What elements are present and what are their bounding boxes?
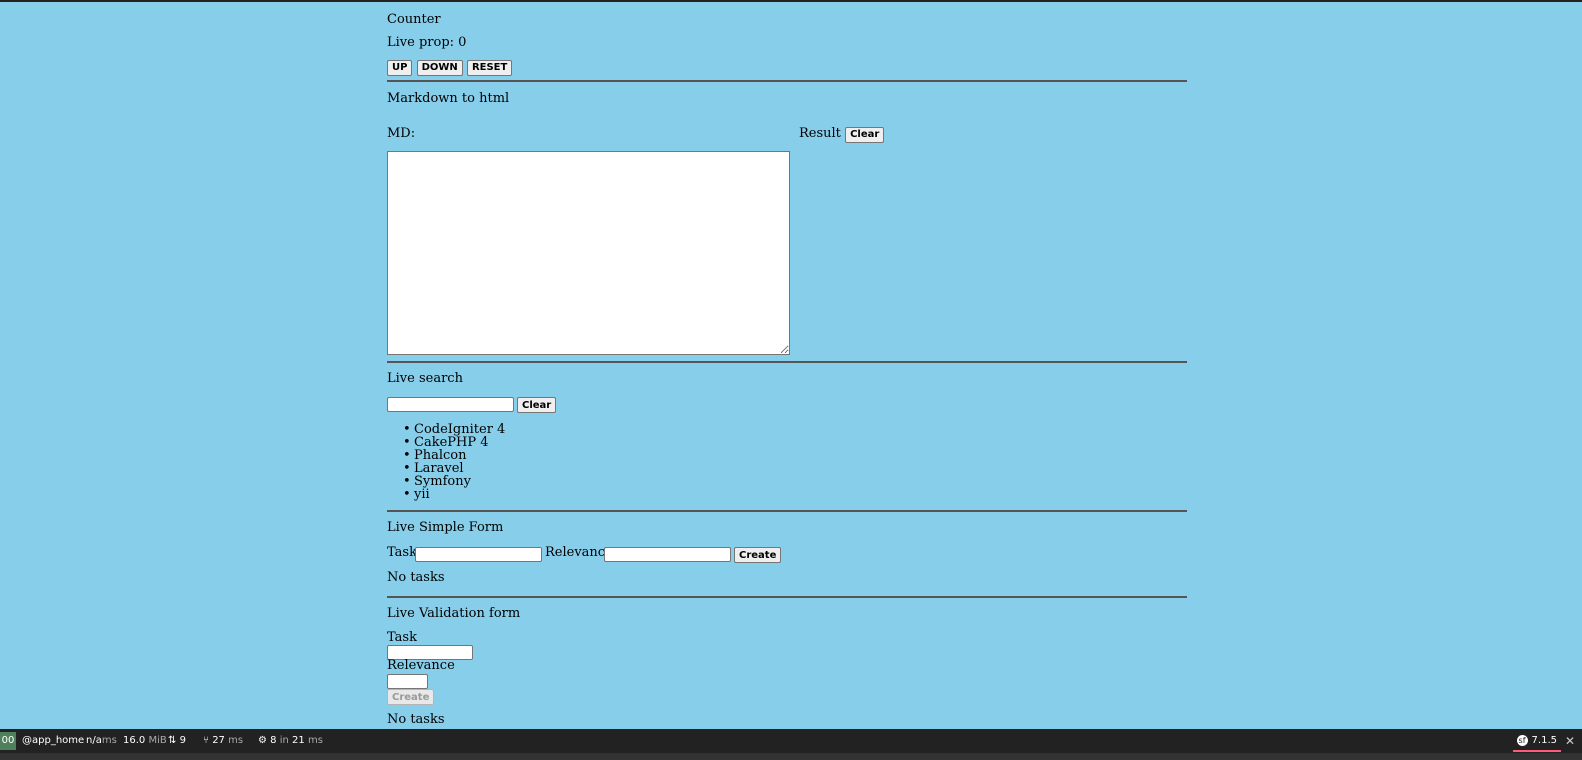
events-panel[interactable]: ⑂ 27 ms xyxy=(203,729,243,753)
validation-relevance-input[interactable] xyxy=(387,674,428,689)
section-divider xyxy=(387,80,1187,82)
validation-form-title: Live Validation form xyxy=(387,606,521,621)
symfony-version-text: 7.1.5 xyxy=(1531,735,1557,746)
counter-title: Counter xyxy=(387,12,441,27)
up-button[interactable]: UP xyxy=(387,59,413,76)
listeners-time: 21 xyxy=(292,735,305,746)
close-icon[interactable]: ✕ xyxy=(1565,729,1575,753)
simple-form-title: Live Simple Form xyxy=(387,520,504,535)
no-tasks-text: No tasks xyxy=(387,570,445,585)
create-task-button[interactable]: Create xyxy=(734,547,782,563)
request-time-value: n/a xyxy=(86,735,102,746)
events-value: 27 xyxy=(212,735,225,746)
branch-icon: ⑂ xyxy=(203,735,209,746)
markdown-title: Markdown to html xyxy=(387,91,510,106)
reset-button[interactable]: RESET xyxy=(466,59,513,76)
validation-relevance-label: Relevance xyxy=(387,658,455,673)
markdown-textarea[interactable] xyxy=(387,151,790,355)
search-results-list: CodeIgniter 4 CakePHP 4 Phalcon Laravel … xyxy=(387,423,505,501)
listeners-unit: ms xyxy=(307,735,323,746)
request-time-unit: ms xyxy=(101,735,117,746)
requests-count: 9 xyxy=(179,735,186,746)
request-time[interactable]: n/ams xyxy=(86,729,117,753)
md-label: MD: xyxy=(387,126,416,141)
events-unit: ms xyxy=(228,735,244,746)
task-label: Task xyxy=(387,545,417,560)
validation-task-label: Task xyxy=(387,630,417,645)
listeners-in-text: in xyxy=(279,735,289,746)
relevance-label: Relevance xyxy=(545,545,613,560)
validation-no-tasks-text: No tasks xyxy=(387,712,445,727)
section-divider xyxy=(387,361,1187,363)
result-header: Result Clear xyxy=(799,126,885,143)
counter-buttons: UP DOWN RESET xyxy=(387,59,513,76)
toolbar-bottom-strip xyxy=(0,753,1582,760)
search-title: Live search xyxy=(387,371,463,386)
memory-unit: MiB xyxy=(148,735,167,746)
status-code-badge[interactable]: 00 xyxy=(0,732,16,750)
live-prop-text: Live prop: 0 xyxy=(387,35,467,50)
symfony-version[interactable]: sf 7.1.5 xyxy=(1512,729,1561,753)
result-label: Result xyxy=(799,126,841,141)
section-divider xyxy=(387,596,1187,598)
relevance-input[interactable] xyxy=(604,547,731,562)
clear-result-button[interactable]: Clear xyxy=(845,126,885,143)
arrows-icon: ⇅ xyxy=(168,735,177,746)
task-input[interactable] xyxy=(415,547,542,562)
listeners-panel[interactable]: ⚙ 8 in 21 ms xyxy=(258,729,323,753)
requests-panel[interactable]: ⇅ 9 xyxy=(168,729,186,753)
clear-search-button[interactable]: Clear xyxy=(517,397,557,413)
section-divider xyxy=(387,510,1187,512)
memory-value: 16.0 xyxy=(123,735,146,746)
top-border xyxy=(0,0,1582,2)
list-item: yii xyxy=(387,488,505,501)
memory-usage[interactable]: 16.0 MiB xyxy=(123,729,167,753)
search-input[interactable] xyxy=(387,397,514,412)
symfony-ux-icon: ⚙ xyxy=(258,735,267,746)
down-button[interactable]: DOWN xyxy=(416,59,463,76)
validation-create-button[interactable]: Create xyxy=(387,689,435,705)
version-underline xyxy=(1512,750,1561,752)
listeners-value: 8 xyxy=(270,735,277,746)
route-name[interactable]: @app_home xyxy=(22,729,84,753)
debug-toolbar: 00 @app_home n/ams 16.0 MiB ⇅ 9 ⑂ 27 ms … xyxy=(0,729,1582,760)
symfony-logo-icon: sf xyxy=(1516,734,1528,746)
